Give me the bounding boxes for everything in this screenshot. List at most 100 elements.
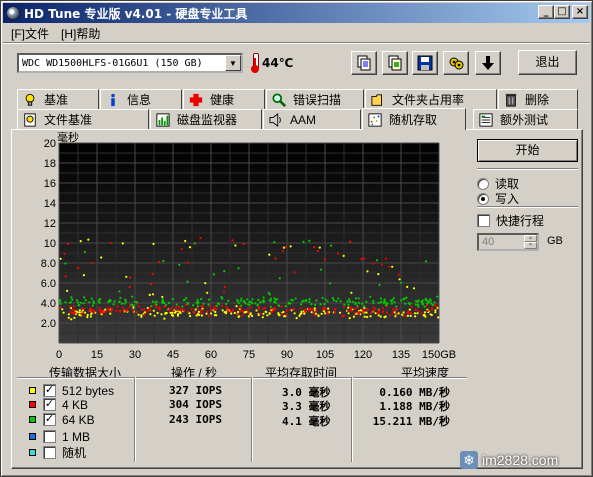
data-point-64-KB bbox=[118, 290, 121, 293]
tab-error-scan[interactable]: 错误扫描 bbox=[266, 89, 364, 109]
data-point-64-KB bbox=[78, 304, 81, 307]
data-point-4-KB bbox=[417, 310, 420, 313]
tab-folder-usage[interactable]: 文件夹占用率 bbox=[365, 89, 497, 109]
data-point-64-KB bbox=[369, 295, 372, 298]
maximize-button[interactable]: □ bbox=[554, 5, 570, 19]
data-point-4-KB bbox=[128, 305, 131, 308]
data-point-512-bytes bbox=[78, 309, 81, 312]
data-point-512-bytes bbox=[206, 291, 209, 294]
random-access-icon bbox=[367, 112, 383, 128]
data-point-4-KB bbox=[227, 307, 230, 310]
data-point-512-bytes bbox=[277, 313, 280, 316]
x-tick-label: 60 bbox=[205, 349, 217, 361]
data-point-4-KB bbox=[269, 307, 272, 310]
data-point-512-bytes bbox=[338, 311, 342, 314]
copy-screen-button[interactable] bbox=[382, 51, 408, 75]
thermometer-icon bbox=[251, 53, 259, 73]
data-point-64-KB bbox=[254, 302, 257, 305]
chevron-down-icon[interactable]: ▼ bbox=[225, 55, 241, 71]
data-point-4-KB bbox=[183, 309, 186, 312]
close-button[interactable]: × bbox=[572, 5, 588, 19]
data-point-512-bytes bbox=[397, 312, 400, 315]
menu-help[interactable]: [H]帮助 bbox=[53, 25, 104, 42]
exit-button[interactable]: 退出 bbox=[518, 50, 577, 75]
data-point-64-KB bbox=[335, 300, 338, 303]
x-tick-label: 105 bbox=[316, 349, 334, 361]
title-bar[interactable]: HD Tune 专业版 v4.01 - 硬盘专业工具 _ □ × bbox=[3, 3, 590, 23]
data-point-64-KB bbox=[339, 300, 342, 303]
radio-dot[interactable] bbox=[477, 192, 489, 205]
tab-aam[interactable]: AAM bbox=[263, 109, 361, 129]
data-point-64-KB bbox=[240, 304, 243, 307]
checkbox[interactable]: ✓ bbox=[43, 413, 56, 426]
data-point-512-bytes bbox=[437, 316, 440, 319]
data-point-64-KB bbox=[357, 301, 361, 304]
tab-erase[interactable]: 删除 bbox=[498, 89, 578, 109]
data-point-512-bytes bbox=[149, 313, 152, 316]
data-point-512-bytes bbox=[250, 314, 254, 317]
data-point-4-KB bbox=[71, 308, 74, 312]
download-button[interactable] bbox=[475, 51, 501, 75]
checkbox[interactable]: ✓ bbox=[43, 398, 56, 411]
data-point-4-KB bbox=[435, 305, 438, 308]
drive-select[interactable]: WDC WD1500HLFS-01G6U1 (150 GB) ▼ bbox=[17, 53, 243, 73]
options-button[interactable] bbox=[443, 51, 469, 75]
data-point-64-KB bbox=[83, 296, 86, 299]
tab-info[interactable]: 信息 bbox=[100, 89, 182, 109]
data-point-64-KB bbox=[378, 283, 381, 286]
tab-health[interactable]: 健康 bbox=[183, 89, 265, 109]
data-point-512-bytes bbox=[152, 242, 155, 245]
checkbox[interactable]: ✓ bbox=[43, 384, 56, 397]
copy-info-button[interactable] bbox=[351, 51, 377, 75]
data-point-64-KB bbox=[208, 298, 211, 301]
data-point-64-KB bbox=[119, 296, 122, 300]
quick-stroke-checkbox[interactable]: 快捷行程 bbox=[477, 212, 544, 229]
data-point-64-KB bbox=[383, 299, 386, 302]
data-point-512-bytes bbox=[320, 312, 323, 315]
data-point-4-KB bbox=[342, 305, 345, 308]
tab-disk-monitor[interactable]: 磁盘监视器 bbox=[150, 109, 262, 129]
data-point-64-KB bbox=[269, 305, 272, 308]
menu-file[interactable]: [F]文件 bbox=[3, 25, 53, 42]
checkbox[interactable] bbox=[43, 430, 56, 443]
tab-extra-tests[interactable]: 额外测试 bbox=[473, 109, 578, 129]
minimize-button[interactable]: _ bbox=[538, 5, 554, 19]
tab-file-benchmark[interactable]: 文件基准 bbox=[17, 109, 149, 129]
data-point-4-KB bbox=[158, 306, 161, 309]
row-size-label: 64 KB bbox=[62, 412, 95, 427]
data-point-64-KB bbox=[289, 302, 292, 305]
write-radio[interactable]: 写入 bbox=[477, 190, 519, 207]
data-point-4-KB bbox=[408, 312, 412, 315]
save-button[interactable] bbox=[412, 51, 438, 75]
checkbox[interactable] bbox=[477, 214, 490, 227]
spinner-up-icon[interactable]: ▲ bbox=[524, 235, 537, 242]
data-point-4-KB bbox=[99, 312, 102, 315]
tab-benchmark[interactable]: 基准 bbox=[17, 89, 99, 109]
data-point-4-KB bbox=[89, 307, 92, 310]
data-point-4-KB bbox=[313, 246, 316, 249]
data-point-64-KB bbox=[161, 300, 164, 303]
data-point-4-KB bbox=[394, 312, 398, 315]
data-point-64-KB bbox=[186, 280, 189, 283]
checkbox[interactable] bbox=[43, 446, 56, 459]
start-button[interactable]: 开始 bbox=[477, 139, 578, 162]
data-point-64-KB bbox=[346, 300, 349, 303]
data-point-4-KB bbox=[259, 312, 262, 315]
spinner-down-icon[interactable]: ▼ bbox=[524, 242, 537, 249]
data-point-512-bytes bbox=[196, 313, 200, 316]
data-point-4-KB bbox=[385, 311, 389, 314]
radio-dot[interactable] bbox=[477, 177, 489, 190]
data-point-4-KB bbox=[333, 311, 336, 314]
data-point-64-KB bbox=[425, 260, 428, 263]
data-point-4-KB bbox=[223, 285, 226, 288]
data-point-512-bytes bbox=[401, 313, 404, 316]
data-point-512-bytes bbox=[188, 246, 192, 249]
column-divider bbox=[251, 377, 253, 462]
quick-stroke-spinner[interactable]: 40 ▲ ▼ bbox=[477, 233, 539, 251]
y-tick-label: 20 bbox=[44, 138, 56, 150]
data-point-4-KB bbox=[179, 308, 182, 311]
data-point-64-KB bbox=[433, 301, 436, 304]
tab-random-access[interactable]: 随机存取 bbox=[362, 108, 466, 130]
data-point-4-KB bbox=[354, 311, 357, 314]
data-point-64-KB bbox=[323, 303, 326, 306]
